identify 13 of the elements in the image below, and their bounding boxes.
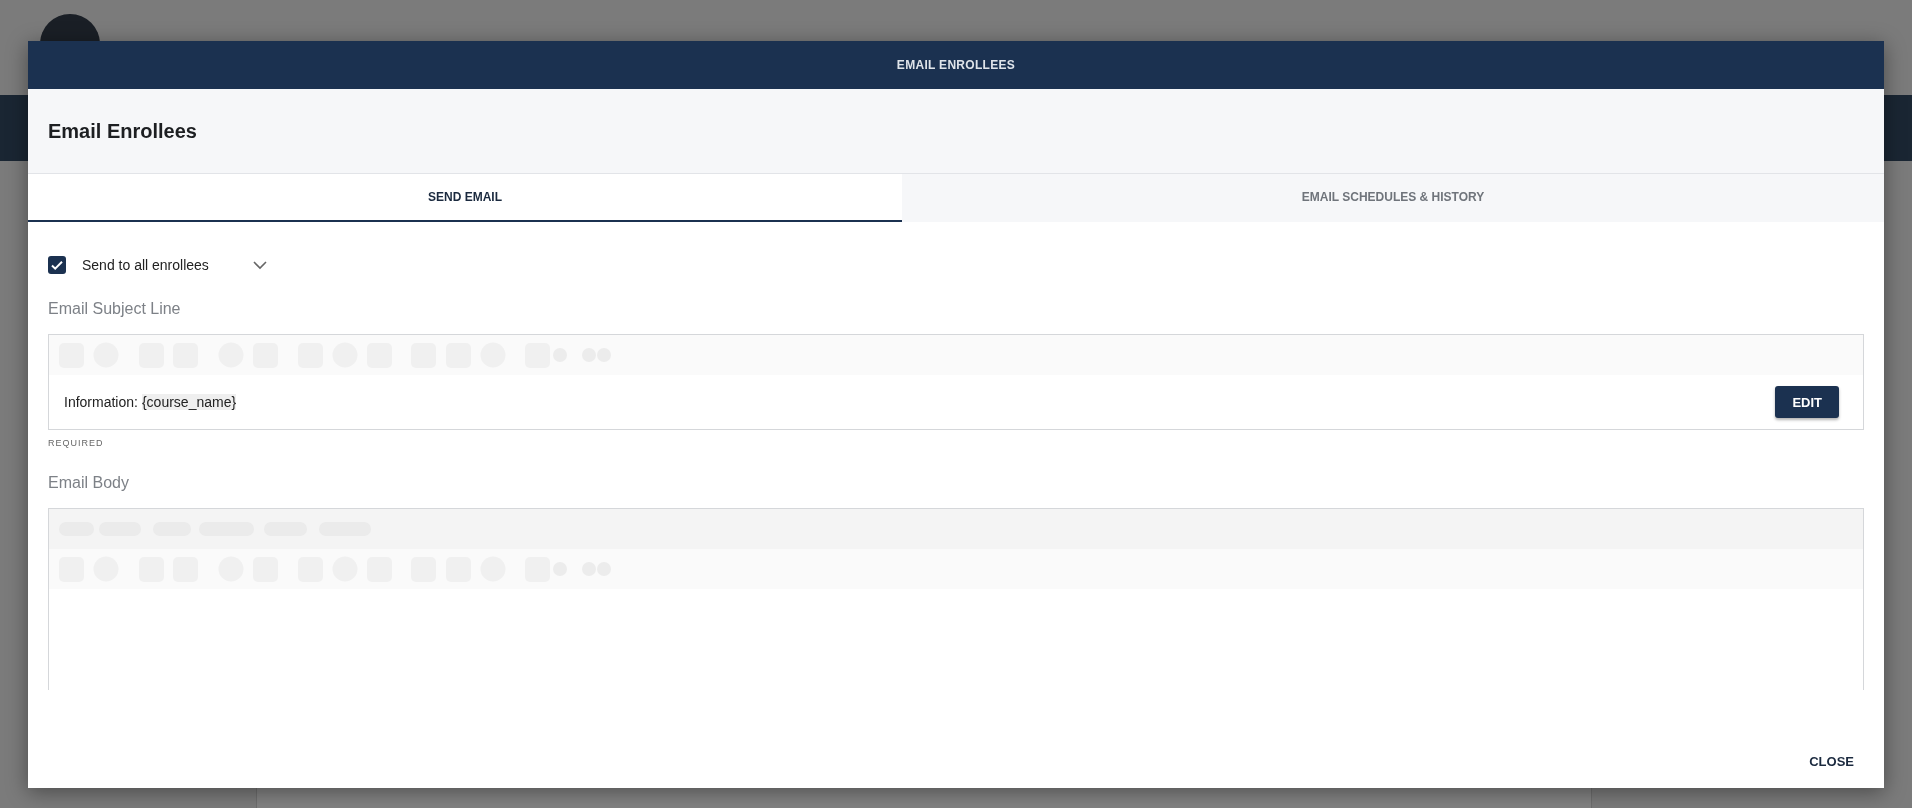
helper-text: REQUIRED	[48, 438, 105, 448]
checkbox-label: Send to all enrollees	[82, 257, 209, 273]
check-icon	[50, 258, 64, 272]
subject-text: Information: {course_name}	[64, 394, 237, 410]
tab[interactable]: SEND EMAIL	[28, 174, 902, 222]
close-button[interactable]: CLOSE	[1803, 753, 1860, 770]
dialog-title: EMAIL ENROLLEES	[28, 41, 1884, 89]
chevron-down-icon[interactable]	[252, 260, 267, 270]
checkbox[interactable]	[48, 256, 66, 274]
field-label: Email Subject Line	[48, 300, 182, 318]
field-label: Email Body	[48, 474, 130, 492]
dialog-heading: Email Enrollees	[48, 119, 197, 143]
edit-button[interactable]: EDIT	[1775, 386, 1839, 418]
